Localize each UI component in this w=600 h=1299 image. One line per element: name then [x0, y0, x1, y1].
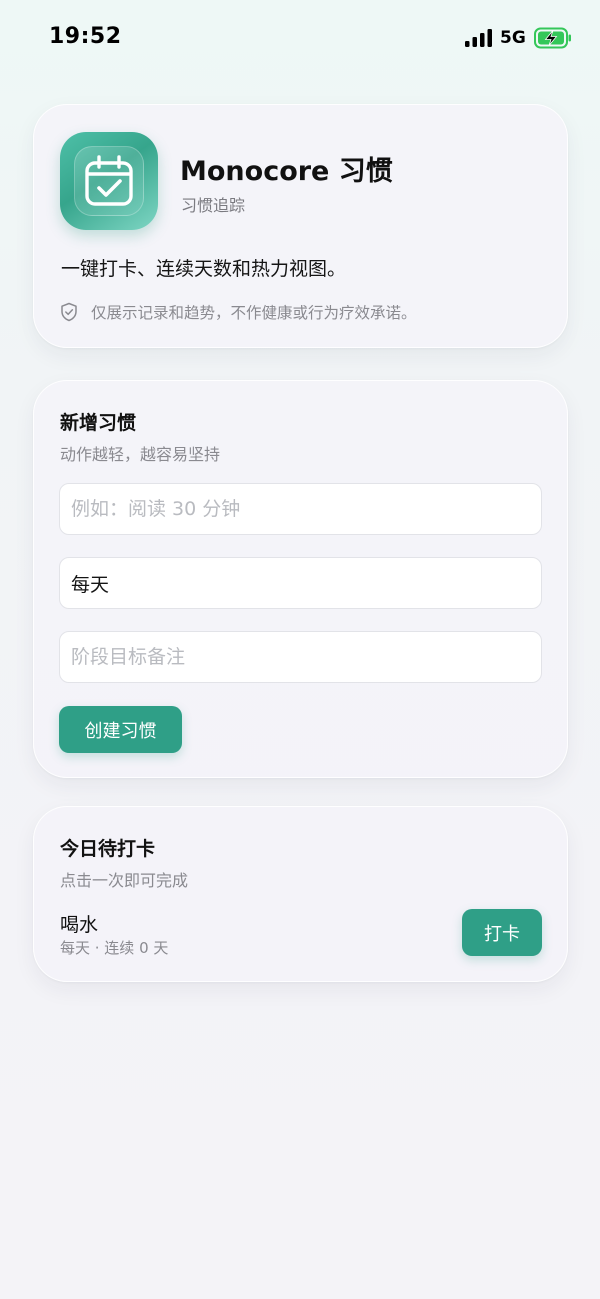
goal-note-input[interactable] — [59, 631, 542, 683]
app-info-card: Monocore 习惯 习惯追踪 一键打卡、连续天数和热力视图。 仅展示记录和趋… — [33, 104, 568, 348]
network-label: 5G — [500, 28, 526, 48]
today-subtitle: 点击一次即可完成 — [60, 871, 189, 890]
today-checkin-card: 今日待打卡 点击一次即可完成 喝水 每天 · 连续 0 天 打卡 — [33, 806, 568, 982]
habit-meta: 每天 · 连续 0 天 — [60, 939, 169, 957]
checkin-button[interactable]: 打卡 — [462, 909, 542, 956]
status-bar: 19:52 5G — [0, 0, 600, 76]
frequency-select[interactable]: 每天 — [59, 557, 542, 609]
calendar-check-icon — [85, 155, 133, 206]
create-habit-button[interactable]: 创建习惯 — [59, 706, 182, 753]
battery-charging-icon — [534, 27, 571, 49]
app-description: 一键打卡、连续天数和热力视图。 — [61, 258, 347, 280]
shield-check-icon — [61, 302, 77, 322]
habit-name: 喝水 — [60, 914, 99, 936]
new-habit-subtitle: 动作越轻，越容易坚持 — [60, 445, 221, 464]
disclaimer-note: 仅展示记录和趋势，不作健康或行为疗效承诺。 — [91, 304, 417, 322]
new-habit-card: 新增习惯 动作越轻，越容易坚持 每天 创建习惯 — [33, 380, 568, 778]
today-title: 今日待打卡 — [60, 838, 156, 860]
app-subtitle: 习惯追踪 — [181, 196, 246, 215]
status-time: 19:52 — [49, 24, 122, 49]
app-logo — [60, 132, 158, 230]
new-habit-title: 新增习惯 — [60, 412, 137, 434]
app-title: Monocore 习惯 — [180, 156, 393, 187]
frequency-value: 每天 — [71, 573, 110, 596]
habit-name-input[interactable] — [59, 483, 542, 535]
signal-icon — [465, 29, 492, 47]
